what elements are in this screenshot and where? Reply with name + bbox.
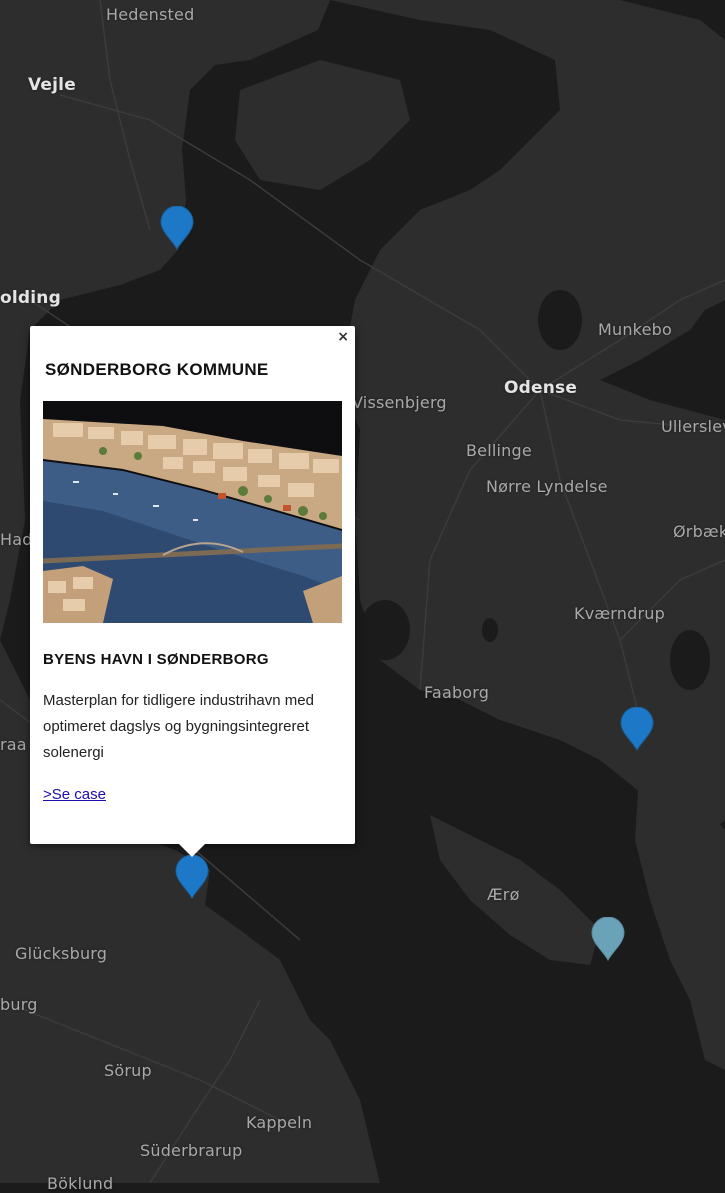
place-label-aero: Ærø bbox=[487, 885, 520, 904]
map-pin-icon bbox=[175, 855, 209, 899]
see-case-link[interactable]: >Se case bbox=[43, 786, 106, 803]
case-popup: × SØNDERBORG KOMMUNE BYENS HAVN I SØNDER… bbox=[30, 326, 355, 857]
map-marker-svendborg[interactable] bbox=[620, 707, 654, 751]
place-label-odense: Odense bbox=[504, 378, 578, 398]
close-icon[interactable]: × bbox=[337, 329, 349, 345]
place-label-boklund: Böklund bbox=[47, 1174, 114, 1193]
place-label-glucksburg: Glücksburg bbox=[15, 944, 108, 963]
place-label-orbaek: Ørbæk bbox=[673, 522, 725, 541]
case-title: BYENS HAVN I SØNDERBORG bbox=[43, 651, 269, 668]
place-label-kolding: olding bbox=[0, 288, 61, 308]
map-pin-icon bbox=[620, 707, 654, 751]
place-label-sorup: Sörup bbox=[104, 1061, 152, 1080]
place-label-vissenbjerg: Vissenbjerg bbox=[352, 393, 447, 412]
map-pin-icon bbox=[160, 206, 194, 250]
place-label-kvaerndrup: Kværndrup bbox=[574, 604, 665, 623]
place-label-raa: raa bbox=[0, 735, 27, 754]
map-marker-langeland[interactable] bbox=[591, 917, 625, 961]
popup-tip bbox=[178, 843, 206, 857]
place-label-norre-lyndelse: Nørre Lyndelse bbox=[486, 477, 608, 496]
place-label-bellinge: Bellinge bbox=[466, 441, 532, 460]
map-marker-sonderborg[interactable] bbox=[175, 855, 209, 899]
harbour-masterplan-image bbox=[43, 401, 342, 623]
place-label-burg: burg bbox=[0, 995, 38, 1014]
harbour-model-photo bbox=[43, 401, 342, 623]
place-label-ullerslev: Ullerslev bbox=[661, 417, 725, 436]
place-label-vejle: Vejle bbox=[28, 75, 76, 95]
place-label-munkebo: Munkebo bbox=[598, 320, 672, 339]
popup-title: SØNDERBORG KOMMUNE bbox=[45, 360, 269, 379]
case-description: Masterplan for tidligere industrihavn me… bbox=[43, 692, 314, 761]
place-label-suderbrarup: Süderbrarup bbox=[140, 1141, 243, 1160]
place-label-faaborg: Faaborg bbox=[424, 683, 490, 702]
map-marker-vejle-fjord[interactable] bbox=[160, 206, 194, 250]
map-pin-icon bbox=[591, 917, 625, 961]
place-label-kappeln: Kappeln bbox=[246, 1113, 313, 1132]
place-label-hedensted: Hedensted bbox=[106, 5, 195, 24]
